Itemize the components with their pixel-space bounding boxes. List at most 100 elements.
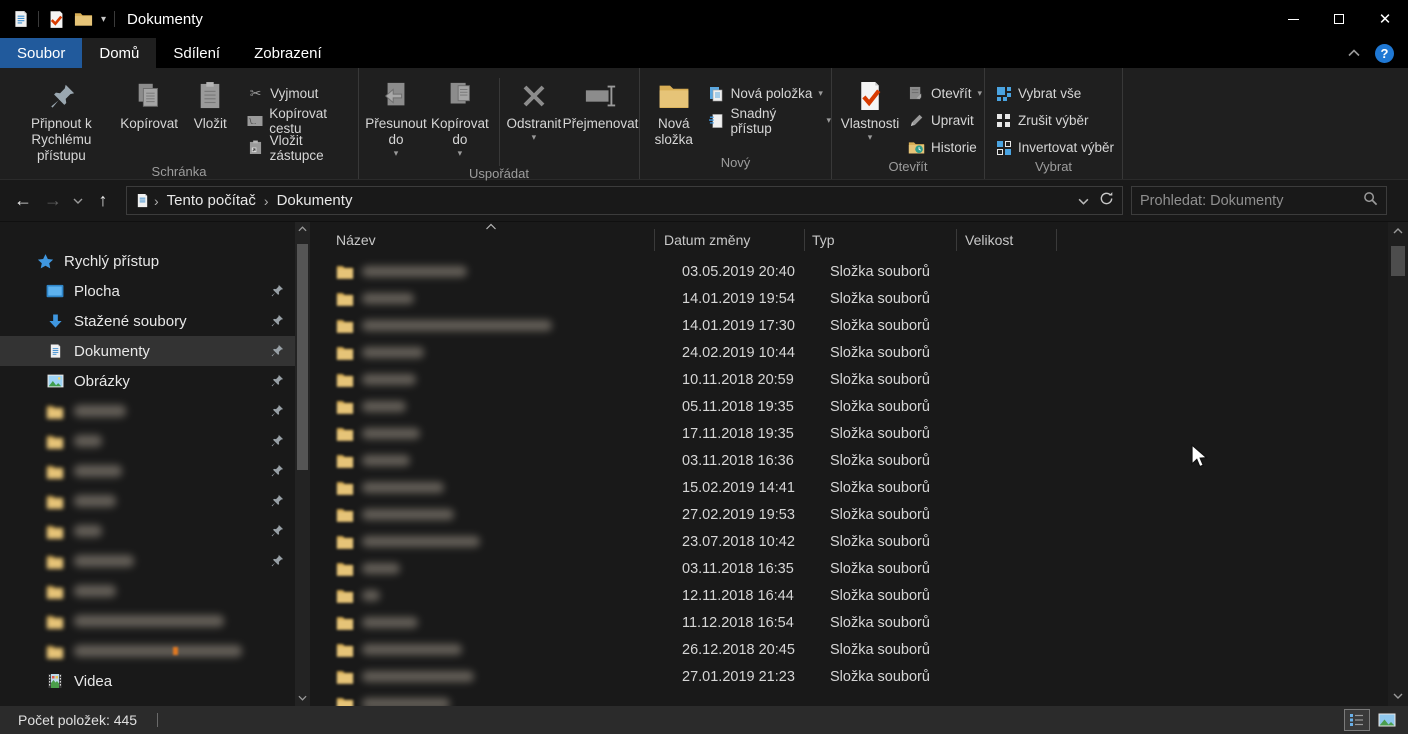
file-row[interactable]: 15.02.2019 14:41Složka souborů [310, 474, 1388, 501]
easy-access-button[interactable]: Snadný přístup▾ [708, 109, 831, 132]
select-none-icon [995, 113, 1012, 129]
invert-selection-button[interactable]: Invertovat výběr [995, 136, 1114, 159]
cut-button[interactable]: ✂ Vyjmout [247, 82, 358, 105]
delete-button[interactable]: Odstranit ▾ [506, 74, 562, 143]
properties-button[interactable]: Vlastnosti ▾ [838, 74, 902, 143]
file-row[interactable]: 11.12.2018 16:54Složka souborů [310, 609, 1388, 636]
sidebar-item-videa[interactable]: Videa [0, 666, 310, 696]
main-scrollbar[interactable] [1388, 222, 1408, 706]
sidebar-item-redacted[interactable] [0, 456, 310, 486]
collapse-ribbon-icon[interactable] [1347, 44, 1361, 62]
sidebar-item-label: Obrázky [74, 373, 130, 390]
recent-locations-chevron-icon[interactable] [68, 195, 88, 207]
scroll-up-icon[interactable] [1388, 226, 1408, 237]
file-row[interactable]: 27.01.2019 21:23Složka souborů [310, 663, 1388, 690]
new-item-button[interactable]: Nová položka▾ [708, 82, 831, 105]
sidebar-scrollbar-thumb[interactable] [297, 244, 308, 470]
pin-icon [269, 313, 284, 332]
address-dropdown-icon[interactable] [1078, 192, 1089, 210]
copy-button[interactable]: Kopírovat [119, 74, 180, 132]
scroll-up-icon[interactable] [295, 224, 310, 235]
file-row[interactable]: 17.11.2018 19:35Složka souborů [310, 420, 1388, 447]
search-icon[interactable] [1363, 191, 1378, 211]
breadcrumb-this-pc[interactable]: Tento počítač [163, 192, 260, 209]
open-button[interactable]: Otevřít▾ [908, 82, 982, 105]
folder-icon [336, 264, 354, 279]
sidebar-item-obrazky[interactable]: Obrázky [0, 366, 310, 396]
tab-view[interactable]: Zobrazení [237, 38, 339, 68]
address-bar[interactable]: › Tento počítač › Dokumenty [126, 186, 1123, 215]
qat-dropdown-button[interactable]: ▾ [101, 14, 106, 25]
new-folder-button[interactable]: Nová složka [648, 74, 700, 148]
file-row[interactable] [310, 690, 1388, 706]
file-row[interactable]: 03.11.2018 16:35Složka souborů [310, 555, 1388, 582]
pin-to-quick-access-button[interactable]: Připnout k Rychlému přístupu [12, 74, 111, 164]
forward-button[interactable]: → [38, 190, 68, 211]
group-label-new: Nový [640, 155, 831, 179]
sidebar-section-quick-access[interactable]: Rychlý přístup [0, 246, 310, 276]
file-row[interactable]: 27.02.2019 19:53Složka souborů [310, 501, 1388, 528]
tab-file[interactable]: Soubor [0, 38, 82, 68]
search-box[interactable] [1131, 186, 1387, 215]
sidebar-item-redacted[interactable] [0, 486, 310, 516]
file-row[interactable]: 14.01.2019 17:30Složka souborů [310, 312, 1388, 339]
sidebar-item-dokumenty[interactable]: Dokumenty [0, 336, 310, 366]
file-row[interactable]: 26.12.2018 20:45Složka souborů [310, 636, 1388, 663]
refresh-icon[interactable] [1099, 191, 1114, 211]
star-icon [36, 253, 54, 270]
move-to-button[interactable]: Přesunout do▾ [365, 74, 427, 158]
sidebar-item-plocha[interactable]: Plocha [0, 276, 310, 306]
thumbnail-view-button[interactable] [1374, 709, 1400, 731]
file-row[interactable]: 03.05.2019 20:40Složka souborů [310, 258, 1388, 285]
scroll-down-icon[interactable] [1388, 691, 1408, 702]
sidebar-item-redacted[interactable] [0, 606, 310, 636]
sidebar-item-redacted[interactable] [0, 516, 310, 546]
file-row[interactable]: 10.11.2018 20:59Složka souborů [310, 366, 1388, 393]
file-row[interactable]: 03.11.2018 16:36Složka souborů [310, 447, 1388, 474]
main-scrollbar-thumb[interactable] [1391, 246, 1405, 276]
tab-share[interactable]: Sdílení [156, 38, 237, 68]
tab-home[interactable]: Domů [82, 38, 156, 68]
file-row[interactable]: 23.07.2018 10:42Složka souborů [310, 528, 1388, 555]
close-button[interactable]: ✕ [1362, 0, 1408, 38]
copy-path-button[interactable]: \.. Kopírovat cestu [247, 109, 358, 132]
file-date: 03.05.2019 20:40 [673, 264, 823, 280]
organize-separator [499, 78, 500, 166]
sidebar-item-redacted[interactable] [0, 426, 310, 456]
maximize-button[interactable] [1316, 0, 1362, 38]
rename-button[interactable]: Přejmenovat [562, 74, 639, 132]
edit-button[interactable]: Upravit [908, 109, 982, 132]
up-button[interactable]: ↑ [88, 190, 118, 211]
paste-shortcut-button[interactable]: Vložit zástupce [247, 136, 358, 159]
folder-icon [336, 669, 354, 684]
minimize-button[interactable] [1270, 0, 1316, 38]
breadcrumb-current-folder[interactable]: Dokumenty [273, 192, 357, 209]
file-row[interactable]: 24.02.2019 10:44Složka souborů [310, 339, 1388, 366]
sidebar-item-redacted[interactable] [0, 396, 310, 426]
column-header-type[interactable]: Typ [805, 229, 957, 251]
help-icon[interactable]: ? [1375, 44, 1394, 63]
column-header-size[interactable]: Velikost [957, 229, 1057, 251]
sidebar-item-stazene-soubory[interactable]: Stažené soubory [0, 306, 310, 336]
sidebar-item-redacted[interactable] [0, 636, 310, 666]
back-button[interactable]: ← [8, 190, 38, 211]
redacted-file-name [362, 320, 552, 331]
paste-button[interactable]: Vložit [188, 74, 234, 132]
sidebar-item-redacted[interactable] [0, 546, 310, 576]
select-none-button[interactable]: Zrušit výběr [995, 109, 1114, 132]
history-button[interactable]: Historie [908, 136, 982, 159]
sidebar-scrollbar[interactable] [295, 222, 310, 706]
file-row[interactable]: 14.01.2019 19:54Složka souborů [310, 285, 1388, 312]
qat-new-folder-button[interactable] [74, 11, 93, 27]
copy-to-button[interactable]: Kopírovat do▾ [427, 74, 493, 158]
pin-icon [269, 373, 284, 392]
column-header-date[interactable]: Datum změny [655, 229, 805, 251]
file-row[interactable]: 05.11.2018 19:35Složka souborů [310, 393, 1388, 420]
qat-properties-button[interactable] [47, 10, 66, 29]
search-input[interactable] [1140, 193, 1363, 209]
sidebar-item-redacted[interactable] [0, 576, 310, 606]
select-all-button[interactable]: Vybrat vše [995, 82, 1114, 105]
details-view-button[interactable] [1344, 709, 1370, 731]
file-row[interactable]: 12.11.2018 16:44Složka souborů [310, 582, 1388, 609]
scroll-down-icon[interactable] [295, 693, 310, 704]
